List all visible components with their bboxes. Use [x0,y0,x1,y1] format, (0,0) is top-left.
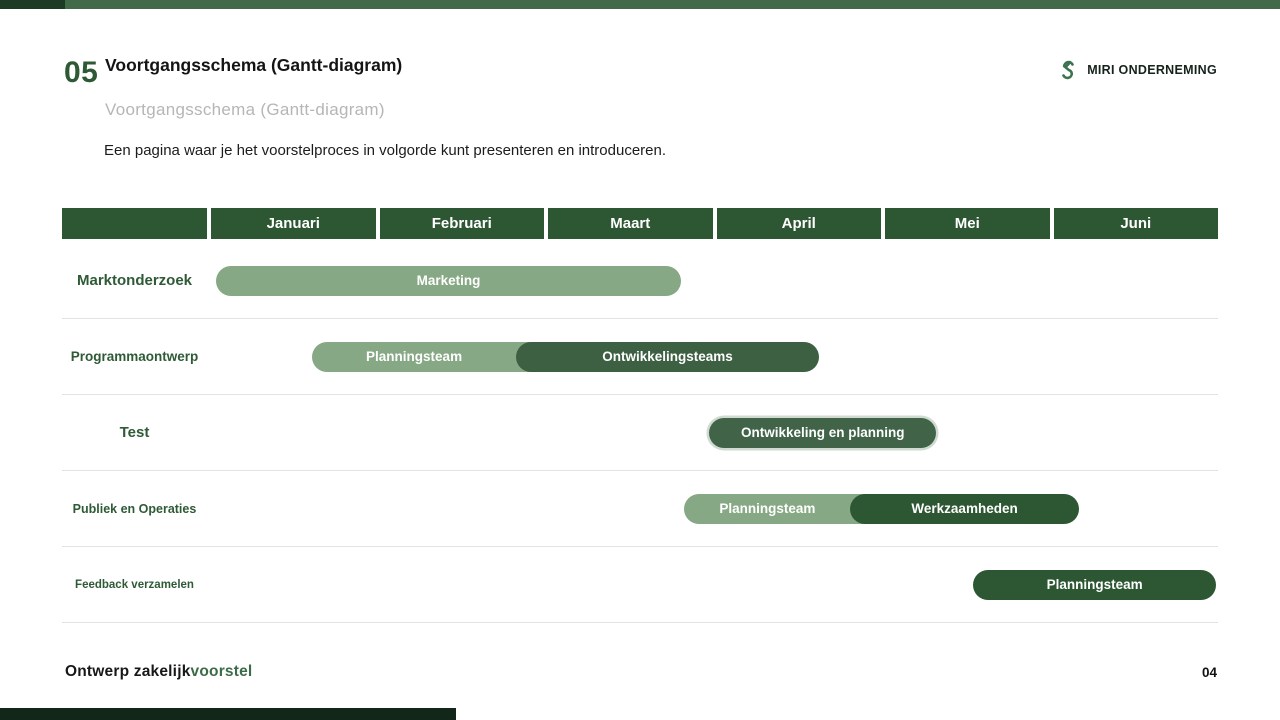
gantt-bar-label: Marketing [416,273,481,288]
task-timeline: Planningsteam Werkzaamheden [211,471,1218,546]
task-timeline: Planningsteam [211,547,1218,622]
page-description: Een pagina waar je het voorstelproces in… [104,142,667,159]
month-header-cell: Maart [548,208,713,239]
month-header-cell: Februari [379,208,544,239]
gantt-rows: Marktonderzoek Marketing Programmaontwerp P… [62,243,1218,623]
task-timeline: Marketing [211,243,1218,318]
task-timeline: Ontwikkeling en planning [211,395,1218,470]
task-label: Marktonderzoek [76,272,193,289]
month-header-cell: April [716,208,881,239]
task-row: Feedback verzamelen Planningsteam [62,547,1218,623]
brand: MIRI ONDERNEMING [1056,58,1217,82]
task-label: Feedback verzamelen [75,578,194,591]
page-title: Voortgangsschema (Gantt-diagram) [105,55,403,75]
gantt-bar: Werkzaamheden [850,493,1079,524]
gantt-bar-label: Planningsteam [1046,577,1143,592]
gantt-header-row: Januari Februari Maart April Mei Juni [62,208,1218,239]
task-row: Marktonderzoek Marketing [62,243,1218,319]
gantt-bar-label: Ontwikkeling en planning [740,425,905,440]
gantt-bar: Ontwikkeling en planning [709,417,937,448]
task-row: Publiek en Operaties Planningsteam Werkzaa… [62,471,1218,547]
task-label: Programmaontwerp [70,349,199,364]
bottom-accent-bar [0,708,456,720]
gantt-corner-cell [62,208,207,239]
top-accent-bar [0,0,1280,9]
page-subtitle: Voortgangsschema (Gantt-diagram) [105,100,385,119]
task-label: Test [119,424,150,441]
task-row: Test Ontwikkeling en planning [62,395,1218,471]
footer-title-bold: Ontwerp zakelijk [65,663,191,680]
gantt-bar: Ontwikkelingsteams [516,341,819,372]
task-row: Programmaontwerp Planningsteam Ontwikkelin… [62,319,1218,395]
gantt-bar: Marketing [216,265,681,296]
footer-title: Ontwerp zakelijkvoorstel [65,663,252,681]
gantt-bar-label: Planningsteam [366,349,463,364]
gantt-chart: Januari Februari Maart April Mei Juni Markton… [62,208,1218,623]
gantt-bar: Planningsteam [972,569,1217,600]
slide-number: 05 [64,56,99,89]
brand-logo-icon [1056,58,1080,82]
month-header-cell: Mei [885,208,1050,239]
gantt-bar-label: Werkzaamheden [911,501,1018,516]
gantt-bar-label: Planningsteam [719,501,816,516]
task-timeline: Planningsteam Ontwikkelingsteams [211,319,1218,394]
month-header-cell: Januari [211,208,376,239]
page-number: 04 [1201,665,1217,680]
slide: 05 Voortgangsschema (Gantt-diagram) Voor… [0,0,1280,720]
month-header-cell: Juni [1053,208,1218,239]
task-label: Publiek en Operaties [72,501,197,516]
top-accent-bar-dark-segment [0,0,65,9]
gantt-bar-label: Ontwikkelingsteams [602,349,733,364]
footer-title-accent: voorstel [190,663,253,680]
brand-name: MIRI ONDERNEMING [1087,63,1217,77]
